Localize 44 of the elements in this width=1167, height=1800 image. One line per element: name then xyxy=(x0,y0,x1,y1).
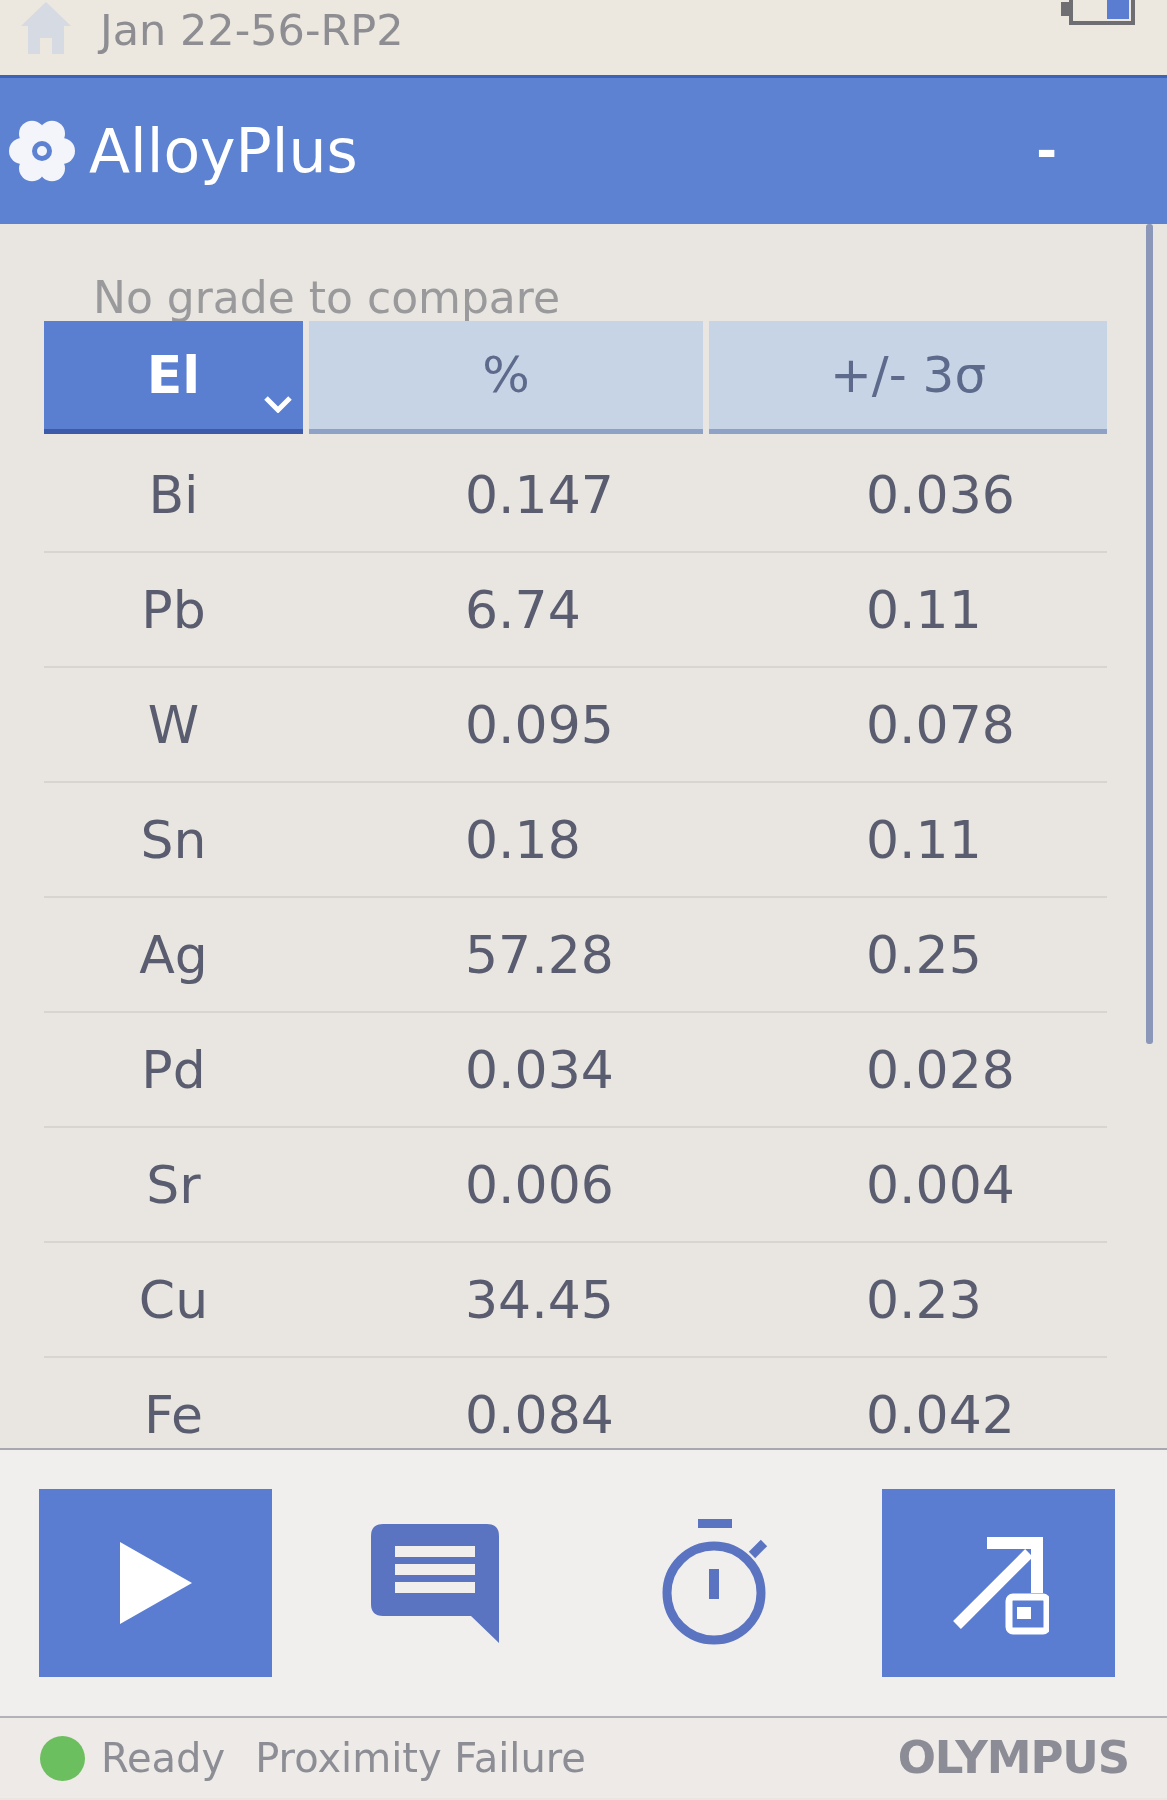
battery-icon xyxy=(1061,0,1136,26)
minimize-button[interactable]: - xyxy=(1034,121,1059,181)
concentration-value: 0.084 xyxy=(465,1384,614,1445)
speech-bubble-icon[interactable] xyxy=(371,1523,499,1643)
grade-message: No grade to compare xyxy=(93,276,560,320)
app-title: AlloyPlus xyxy=(89,116,358,186)
uncertainty-value: 0.004 xyxy=(866,1154,1015,1215)
uncertainty-value: 0.042 xyxy=(866,1384,1015,1445)
uncertainty-value: 0.23 xyxy=(866,1269,982,1330)
concentration-value: 0.095 xyxy=(465,694,614,755)
concentration-value: 0.18 xyxy=(465,809,581,870)
chevron-down-icon xyxy=(263,395,293,413)
column-header[interactable]: % xyxy=(309,321,703,434)
element-symbol: Sn xyxy=(140,809,207,870)
brand-logo: OLYMPUS xyxy=(897,1733,1129,1783)
scrollbar[interactable] xyxy=(1146,224,1153,1044)
uncertainty-value: 0.11 xyxy=(866,809,982,870)
concentration-value: 0.006 xyxy=(465,1154,614,1215)
element-symbol: Fe xyxy=(143,1384,204,1445)
element-symbol: Cu xyxy=(138,1269,209,1330)
concentration-value: 6.74 xyxy=(465,579,581,640)
concentration-value: 57.28 xyxy=(465,924,614,985)
element-symbol: Sr xyxy=(146,1154,201,1215)
play-icon xyxy=(119,1542,192,1624)
element-symbol: Pd xyxy=(141,1039,206,1100)
play-button[interactable] xyxy=(39,1489,272,1677)
concentration-value: 0.147 xyxy=(465,464,614,525)
concentration-value: 0.034 xyxy=(465,1039,614,1100)
element-symbol: Ag xyxy=(139,924,208,985)
concentration-value: 34.45 xyxy=(465,1269,614,1330)
element-symbol: W xyxy=(147,694,200,755)
flower-icon[interactable] xyxy=(9,118,75,184)
column-header[interactable]: El xyxy=(44,321,303,434)
status-text: Ready xyxy=(101,1734,226,1782)
element-symbol: Bi xyxy=(148,464,199,525)
column-header[interactable]: +/- 3σ xyxy=(709,321,1107,434)
uncertainty-value: 0.078 xyxy=(866,694,1015,755)
uncertainty-value: 0.25 xyxy=(866,924,982,985)
uncertainty-value: 0.11 xyxy=(866,579,982,640)
uncertainty-value: 0.036 xyxy=(866,464,1015,525)
element-symbol: Pb xyxy=(141,579,206,640)
status-message: Proximity Failure xyxy=(255,1734,586,1782)
arrow-button[interactable] xyxy=(882,1489,1115,1677)
uncertainty-value: 0.028 xyxy=(866,1039,1015,1100)
